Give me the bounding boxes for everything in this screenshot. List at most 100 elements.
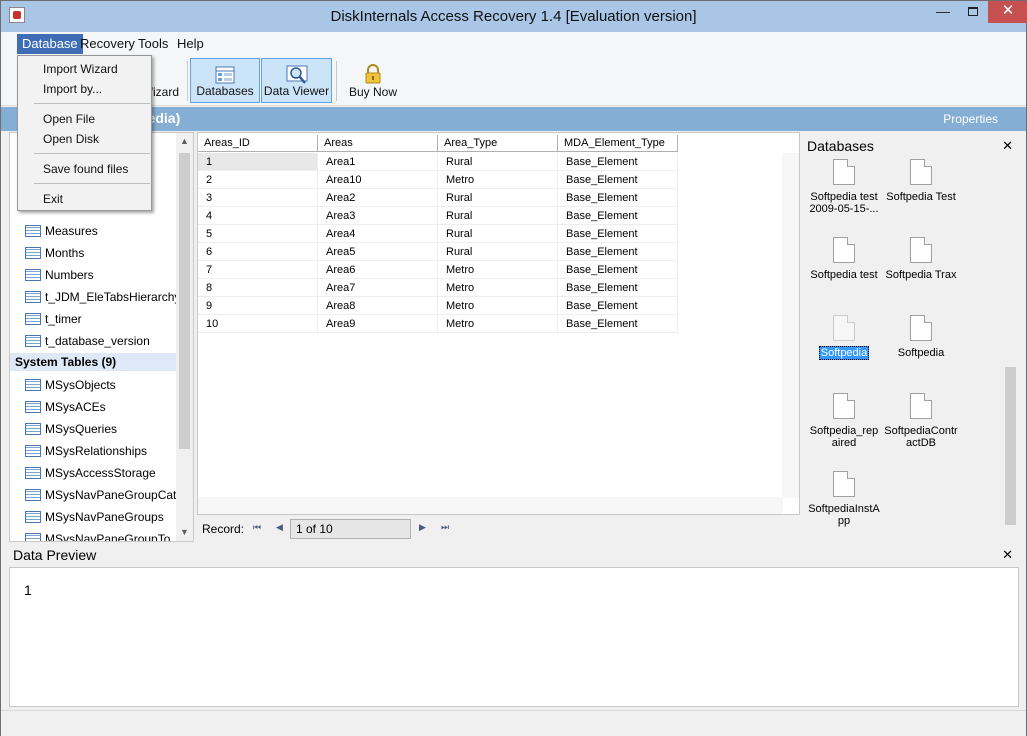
databases-button[interactable]: Databases [190,58,260,103]
menu-exit[interactable]: Exit [19,189,150,209]
tree-group-system-tables[interactable]: System Tables (9) [10,353,178,371]
menu-save-found-files[interactable]: Save found files [19,159,150,179]
tree-item[interactable]: MSysObjects [10,374,178,396]
grid-horizontal-scrollbar[interactable] [198,497,783,514]
column-header[interactable]: Area_Type [438,135,558,152]
data-preview-close[interactable]: ✕ [1002,547,1013,563]
table-cell[interactable]: 1 [198,153,318,171]
table-cell[interactable]: Area9 [318,315,438,333]
menu-tools[interactable]: Tools [133,34,173,54]
table-cell[interactable]: Rural [438,153,558,171]
table-cell[interactable]: Rural [438,243,558,261]
table-cell[interactable]: Area2 [318,189,438,207]
table-cell[interactable]: Metro [438,297,558,315]
tree-item[interactable]: MSysNavPaneGroupTo... [10,528,178,541]
table-cell[interactable]: 7 [198,261,318,279]
tree-item[interactable]: Numbers [10,264,178,286]
database-item[interactable]: Softpedia [882,315,960,359]
database-item[interactable]: SoftpediaInstA pp [805,471,883,527]
table-cell[interactable]: Area1 [318,153,438,171]
column-header[interactable]: Areas [318,135,438,152]
table-cell[interactable]: Area8 [318,297,438,315]
table-cell[interactable]: 9 [198,297,318,315]
menu-open-file[interactable]: Open File [19,109,150,129]
table-cell[interactable]: Base_Element [558,315,678,333]
tree-item[interactable]: MSysNavPaneGroups [10,506,178,528]
databases-panel-close[interactable]: ✕ [1002,138,1013,154]
table-cell[interactable]: Base_Element [558,153,678,171]
scroll-up-arrow[interactable]: ▲ [176,133,193,150]
database-item[interactable]: Softpedia [805,315,883,360]
table-cell[interactable]: Area4 [318,225,438,243]
table-cell[interactable]: Rural [438,225,558,243]
menu-recovery[interactable]: Recovery [75,34,140,54]
table-cell[interactable]: 2 [198,171,318,189]
table-cell[interactable]: Metro [438,171,558,189]
minimize-button[interactable]: — [928,1,958,23]
table-cell[interactable]: 6 [198,243,318,261]
table-cell[interactable]: Rural [438,207,558,225]
column-header[interactable]: MDA_Element_Type [558,135,678,152]
table-cell[interactable]: Metro [438,315,558,333]
table-cell[interactable]: Base_Element [558,207,678,225]
tree-scrollbar[interactable]: ▲ ▼ [176,133,193,541]
database-item[interactable]: Softpedia Trax [882,237,960,281]
tree-item[interactable]: MSysRelationships [10,440,178,462]
properties-link[interactable]: Properties [943,112,998,126]
table-cell[interactable]: 10 [198,315,318,333]
table-cell[interactable]: Base_Element [558,261,678,279]
menu-import-by[interactable]: Import by... [19,79,150,99]
table-cell[interactable]: 5 [198,225,318,243]
database-item[interactable]: SoftpediaContr actDB [882,393,960,449]
scroll-down-arrow[interactable]: ▼ [176,524,193,541]
record-position[interactable]: 1 of 10 [290,519,411,539]
menu-database[interactable]: Database [17,34,83,54]
table-cell[interactable]: Area7 [318,279,438,297]
table-cell[interactable]: Base_Element [558,171,678,189]
data-viewer-button[interactable]: Data Viewer [261,58,332,103]
grid-vertical-scrollbar[interactable] [782,153,799,498]
menu-import-wizard[interactable]: Import Wizard [19,59,150,79]
buy-now-button[interactable]: Buy Now [341,58,405,103]
table-cell[interactable]: 8 [198,279,318,297]
database-item[interactable]: Softpedia test 2009-05-15-... [805,159,883,215]
tree-item[interactable]: MSysNavPaneGroupCat... [10,484,178,506]
table-cell[interactable]: Base_Element [558,189,678,207]
table-cell[interactable]: Rural [438,189,558,207]
database-item[interactable]: Softpedia_rep aired [805,393,883,449]
table-cell[interactable]: 3 [198,189,318,207]
tree-item[interactable]: MSysQueries [10,418,178,440]
column-header[interactable]: Areas_ID [198,135,318,152]
maximize-button[interactable] [958,1,988,23]
table-cell[interactable]: Area3 [318,207,438,225]
table-cell[interactable]: Area10 [318,171,438,189]
tree-item[interactable]: t_timer [10,308,178,330]
previous-record-button[interactable]: ◀ [276,522,283,533]
table-cell[interactable]: Area6 [318,261,438,279]
tree-item[interactable]: t_database_version [10,330,178,352]
table-cell[interactable]: Metro [438,279,558,297]
last-record-button[interactable]: ⏭ [441,522,449,533]
table-cell[interactable]: Base_Element [558,279,678,297]
tree-item[interactable]: Months [10,242,178,264]
table-cell[interactable]: Metro [438,261,558,279]
tree-item[interactable]: t_JDM_EleTabsHierarchy2 [10,286,178,308]
tree-item[interactable]: MSysACEs [10,396,178,418]
scroll-thumb[interactable] [1005,367,1016,525]
first-record-button[interactable]: ⏮ [253,522,261,533]
next-record-button[interactable]: ▶ [419,522,426,533]
databases-scrollbar[interactable] [1002,157,1019,541]
database-item[interactable]: Softpedia Test [882,159,960,203]
scroll-thumb[interactable] [179,153,190,449]
table-cell[interactable]: Base_Element [558,243,678,261]
tree-item[interactable]: Measures [10,220,178,242]
menu-help[interactable]: Help [172,34,209,54]
table-cell[interactable]: Area5 [318,243,438,261]
table-cell[interactable]: Base_Element [558,297,678,315]
close-button[interactable]: ✕ [988,1,1027,23]
database-item[interactable]: Softpedia test [805,237,883,281]
tree-item[interactable]: MSysAccessStorage [10,462,178,484]
menu-open-disk[interactable]: Open Disk [19,129,150,149]
table-cell[interactable]: Base_Element [558,225,678,243]
table-cell[interactable]: 4 [198,207,318,225]
